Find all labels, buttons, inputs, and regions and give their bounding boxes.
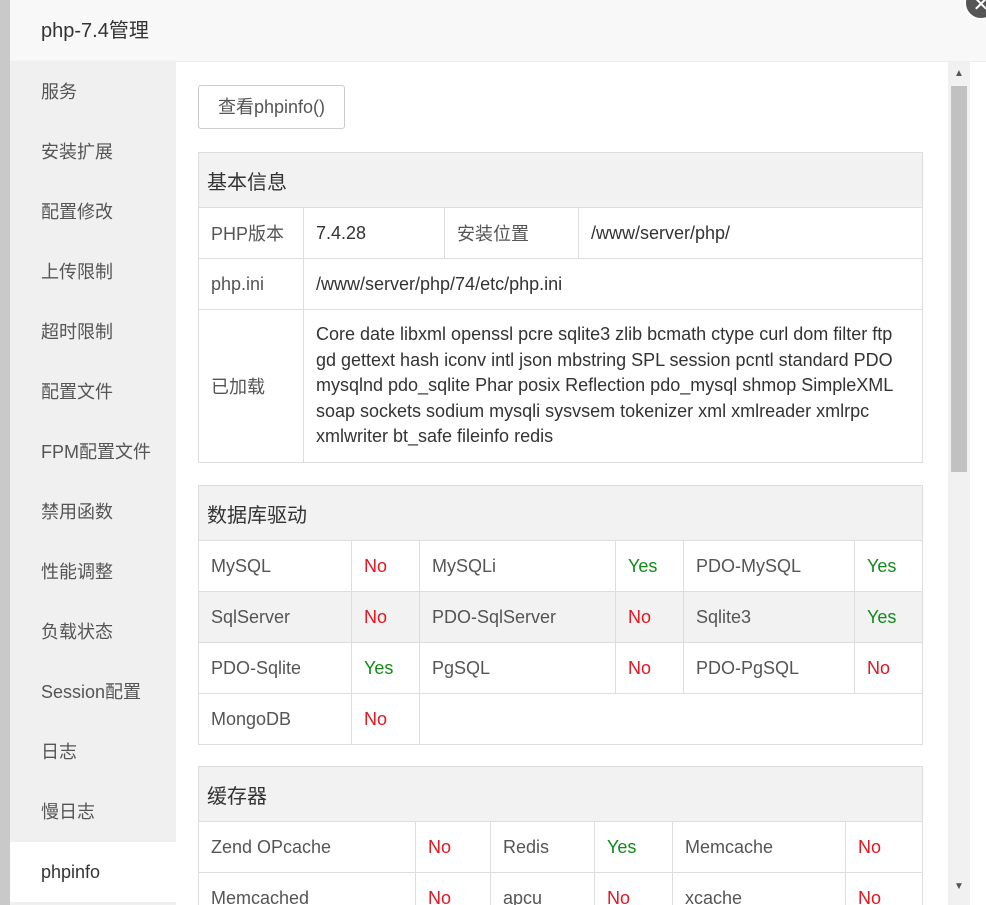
- cache-name: Redis: [490, 821, 595, 873]
- cache-name: Memcache: [672, 821, 846, 873]
- driver-status: No: [351, 591, 420, 643]
- sidebar-item-load-status[interactable]: 负载状态: [10, 602, 176, 662]
- cache-status: No: [844, 821, 924, 873]
- sidebar-item-install-extension[interactable]: 安装扩展: [10, 122, 176, 182]
- sidebar-item-upload-limit[interactable]: 上传限制: [10, 242, 176, 302]
- driver-status: No: [351, 693, 420, 745]
- driver-status: Yes: [351, 642, 420, 694]
- cache-name: Zend OPcache: [198, 821, 416, 873]
- php-manager-dialog: php-7.4管理 服务 安装扩展 配置修改 上传限制 超时限制 配置文件 FP…: [10, 0, 986, 905]
- scroll-up-arrow-icon[interactable]: ▲: [948, 64, 970, 84]
- driver-name: SqlServer: [198, 591, 352, 643]
- dialog-title: php-7.4管理: [10, 0, 986, 62]
- driver-status: No: [615, 642, 684, 694]
- basic-info-title: 基本信息: [198, 152, 923, 208]
- sidebar-item-phpinfo[interactable]: phpinfo: [10, 842, 176, 902]
- driver-name: PDO-PgSQL: [683, 642, 855, 694]
- driver-name: MongoDB: [198, 693, 352, 745]
- db-driver-title: 数据库驱动: [197, 485, 924, 541]
- driver-name: PDO-SqlServer: [419, 591, 616, 643]
- cache-status: Yes: [594, 821, 673, 873]
- driver-status: No: [351, 540, 420, 592]
- cache-status: No: [415, 872, 491, 905]
- db-driver-table: 数据库驱动 MySQL No MySQLi Yes PDO-MySQL Yes …: [197, 485, 924, 745]
- sidebar-item-slow-log[interactable]: 慢日志: [10, 782, 176, 842]
- cache-status: No: [594, 872, 673, 905]
- scroll-down-arrow-icon[interactable]: ▼: [948, 877, 970, 897]
- table-row: Memcached No apcu No xcache No: [198, 872, 924, 905]
- ini-label: php.ini: [198, 258, 304, 310]
- driver-name: PDO-MySQL: [683, 540, 855, 592]
- php-version-label: PHP版本: [198, 207, 304, 259]
- sidebar-item-performance[interactable]: 性能调整: [10, 542, 176, 602]
- empty-cell: [418, 693, 924, 745]
- main-content: 查看phpinfo() 基本信息 PHP版本 7.4.28 安装位置 /www/…: [176, 62, 948, 905]
- cache-name: xcache: [672, 872, 846, 905]
- scrollbar-thumb[interactable]: [951, 86, 967, 472]
- driver-status: No: [853, 642, 924, 694]
- table-row: SqlServer No PDO-SqlServer No Sqlite3 Ye…: [198, 591, 924, 643]
- cache-status: No: [844, 872, 924, 905]
- sidebar-item-disabled-functions[interactable]: 禁用函数: [10, 482, 176, 542]
- vertical-scrollbar[interactable]: ▲ ▼: [948, 62, 970, 905]
- sidebar-item-service[interactable]: 服务: [10, 62, 176, 122]
- driver-status: Yes: [615, 540, 684, 592]
- sidebar-item-timeout-limit[interactable]: 超时限制: [10, 302, 176, 362]
- driver-status: No: [615, 591, 684, 643]
- loaded-extensions: Core date libxml openssl pcre sqlite3 zl…: [303, 309, 923, 463]
- driver-status: Yes: [853, 591, 924, 643]
- table-row: MySQL No MySQLi Yes PDO-MySQL Yes: [198, 540, 924, 592]
- sidebar-item-config-file[interactable]: 配置文件: [10, 362, 176, 422]
- sidebar-item-log[interactable]: 日志: [10, 722, 176, 782]
- install-path-label: 安装位置: [444, 207, 579, 259]
- ini-path-value: /www/server/php/74/etc/php.ini: [303, 258, 923, 310]
- view-phpinfo-button[interactable]: 查看phpinfo(): [198, 85, 345, 129]
- driver-name: PDO-Sqlite: [198, 642, 352, 694]
- cache-name: Memcached: [198, 872, 416, 905]
- sidebar-item-session-config[interactable]: Session配置: [10, 662, 176, 722]
- sidebar: 服务 安装扩展 配置修改 上传限制 超时限制 配置文件 FPM配置文件 禁用函数…: [10, 62, 176, 905]
- install-path-value: /www/server/php/: [578, 207, 923, 259]
- driver-name: MySQLi: [419, 540, 616, 592]
- php-version-value: 7.4.28: [303, 207, 445, 259]
- table-row: Zend OPcache No Redis Yes Memcache No: [198, 821, 924, 873]
- sidebar-item-config-edit[interactable]: 配置修改: [10, 182, 176, 242]
- loaded-label: 已加载: [198, 309, 304, 463]
- sidebar-item-fpm-config[interactable]: FPM配置文件: [10, 422, 176, 482]
- driver-name: Sqlite3: [683, 591, 855, 643]
- cache-table: 缓存器 Zend OPcache No Redis Yes Memcache N…: [197, 766, 924, 905]
- cache-title: 缓存器: [197, 766, 924, 822]
- table-row: MongoDB No: [198, 693, 924, 745]
- cache-status: No: [415, 821, 491, 873]
- driver-name: MySQL: [198, 540, 352, 592]
- basic-info-table: 基本信息 PHP版本 7.4.28 安装位置 /www/server/php/ …: [198, 152, 923, 463]
- driver-status: Yes: [853, 540, 924, 592]
- driver-name: PgSQL: [419, 642, 616, 694]
- cache-name: apcu: [490, 872, 595, 905]
- table-row: PDO-Sqlite Yes PgSQL No PDO-PgSQL No: [198, 642, 924, 694]
